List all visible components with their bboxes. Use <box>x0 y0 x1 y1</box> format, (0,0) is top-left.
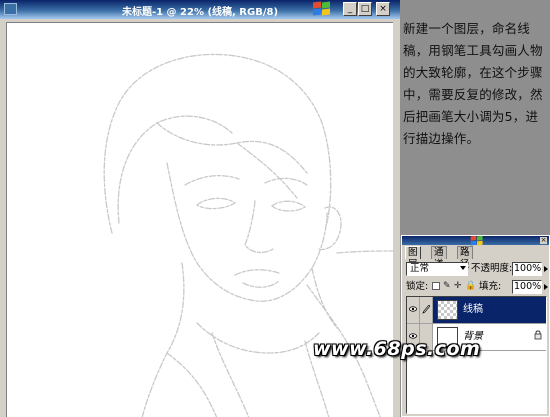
layer-row-linework[interactable]: 线稿 <box>407 297 546 324</box>
windows-logo-icon <box>313 1 331 16</box>
lock-transparent-pixels-checkbox[interactable] <box>432 282 440 290</box>
tab-channels[interactable]: 通道 <box>431 246 447 270</box>
lock-fill-row: 锁定: ✎ ✛ 🔒 填充: 100% <box>406 280 548 294</box>
visibility-toggle[interactable] <box>407 297 420 323</box>
opacity-label: 不透明度: <box>471 263 513 274</box>
layers-panel-titlebar[interactable]: × <box>402 235 549 246</box>
layer-thumbnail <box>437 300 458 320</box>
tab-paths[interactable]: 路径 <box>457 246 473 270</box>
opacity-field[interactable]: 100% <box>512 262 542 276</box>
layer-link-cell[interactable] <box>420 297 433 323</box>
opacity-slider-arrow-icon[interactable] <box>544 266 548 272</box>
close-button[interactable]: × <box>376 2 390 16</box>
instruction-text: 新建一个图层，命名线稿，用钢笔工具勾画人物的大致轮廓，在这个步骤中，需要反复的修… <box>403 21 543 146</box>
windows-logo-icon <box>470 235 484 246</box>
layers-panel-close-button[interactable]: × <box>540 237 547 244</box>
fill-field[interactable]: 100% <box>512 280 542 294</box>
document-title: 未标题-1 @ 22% (线稿, RGB/8) <box>121 7 279 18</box>
site-watermark: www.68ps.com <box>313 338 481 360</box>
fill-slider-arrow-icon[interactable] <box>544 284 548 290</box>
lock-image-pixels-icon[interactable]: ✎ <box>443 280 451 292</box>
chevron-down-icon <box>460 266 466 270</box>
blend-opacity-row: 正常 不透明度: 100% <box>406 262 548 276</box>
eye-icon <box>409 306 417 312</box>
lock-all-icon[interactable]: 🔒 <box>465 280 476 292</box>
layers-panel: × 图层 通道 路径 正常 不透明度: 100% 锁定: ✎ ✛ 🔒 填充: 1… <box>401 235 550 417</box>
lock-label: 锁定: <box>406 281 429 292</box>
maximize-button[interactable]: □ <box>358 2 372 16</box>
tab-layers[interactable]: 图层 <box>405 246 421 270</box>
blend-mode-select[interactable]: 正常 <box>406 262 468 276</box>
lock-icon <box>534 330 542 340</box>
minimize-button[interactable]: _ <box>343 2 357 16</box>
blend-mode-value: 正常 <box>410 263 430 274</box>
brush-icon <box>422 305 430 314</box>
lock-position-icon[interactable]: ✛ <box>454 280 462 292</box>
fill-label: 填充: <box>479 281 502 292</box>
document-titlebar[interactable]: 未标题-1 @ 22% (线稿, RGB/8) _ □ × <box>0 0 400 19</box>
layer-name: 线稿 <box>463 304 483 315</box>
